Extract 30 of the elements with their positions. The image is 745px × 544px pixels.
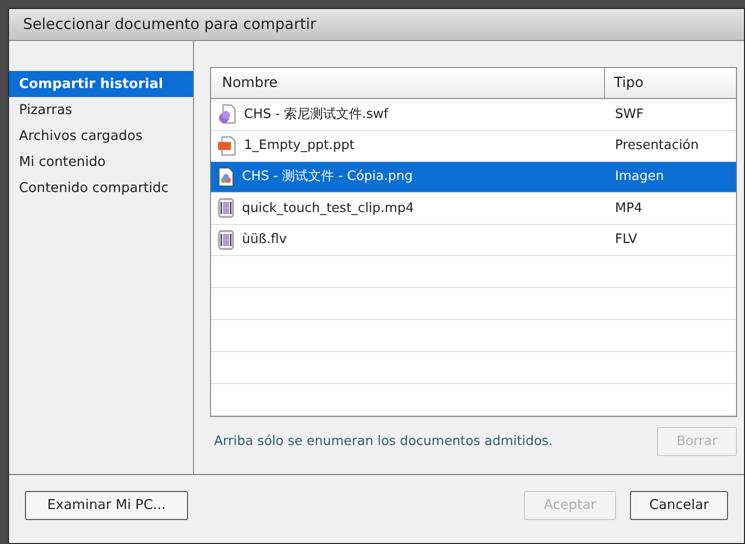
file-type: FLV [614, 231, 638, 250]
sidebar-item[interactable]: Mi contenido [9, 149, 193, 175]
file-name: CHS - 测试文件 - Cópia.png [242, 168, 413, 186]
file-row[interactable]: CHS - 索尼测试文件.swf SWF [211, 99, 736, 131]
file-row[interactable]: CHS - 测试文件 - Cópia.png Imagen [211, 162, 736, 194]
sidebar-item[interactable]: Contenido compartidc [9, 175, 193, 201]
column-header[interactable]: Nombre [211, 68, 605, 98]
file-name: ùüß.flv [242, 231, 287, 250]
file-type: Imagen [614, 168, 664, 186]
file-type: MP4 [614, 200, 642, 218]
cancel-button[interactable]: Cancelar [630, 491, 728, 520]
sidebar-item[interactable]: Pizarras [9, 97, 193, 123]
file-name: quick_touch_test_clip.mp4 [242, 200, 414, 218]
info-text: Arriba sólo se enumeran los documentos admitidos. [213, 432, 553, 451]
file-row[interactable]: ùüß.flv FLV [211, 224, 736, 256]
file-name: 1_Empty_ppt.ppt [244, 137, 355, 156]
film-file-icon [218, 198, 234, 218]
file-row[interactable]: quick_touch_test_clip.mp4 MP4 [211, 193, 736, 225]
column-header[interactable]: Tipo [605, 68, 736, 98]
file-name: CHS - 索尼测试文件.swf [244, 106, 388, 124]
ppt-file-icon [218, 136, 236, 156]
sidebar-item[interactable]: Archivos cargados [9, 123, 193, 149]
file-circles-icon [218, 104, 236, 124]
window-title: Seleccionar documento para compartir [23, 14, 316, 36]
browse-button[interactable]: Examinar Mi PC... [25, 491, 188, 520]
file-type: Presentación [614, 137, 699, 156]
sidebar-item[interactable]: Compartir historial [9, 71, 193, 97]
film-file-icon [218, 230, 234, 250]
file-type: SWF [614, 106, 644, 124]
image-file-icon [218, 167, 234, 188]
